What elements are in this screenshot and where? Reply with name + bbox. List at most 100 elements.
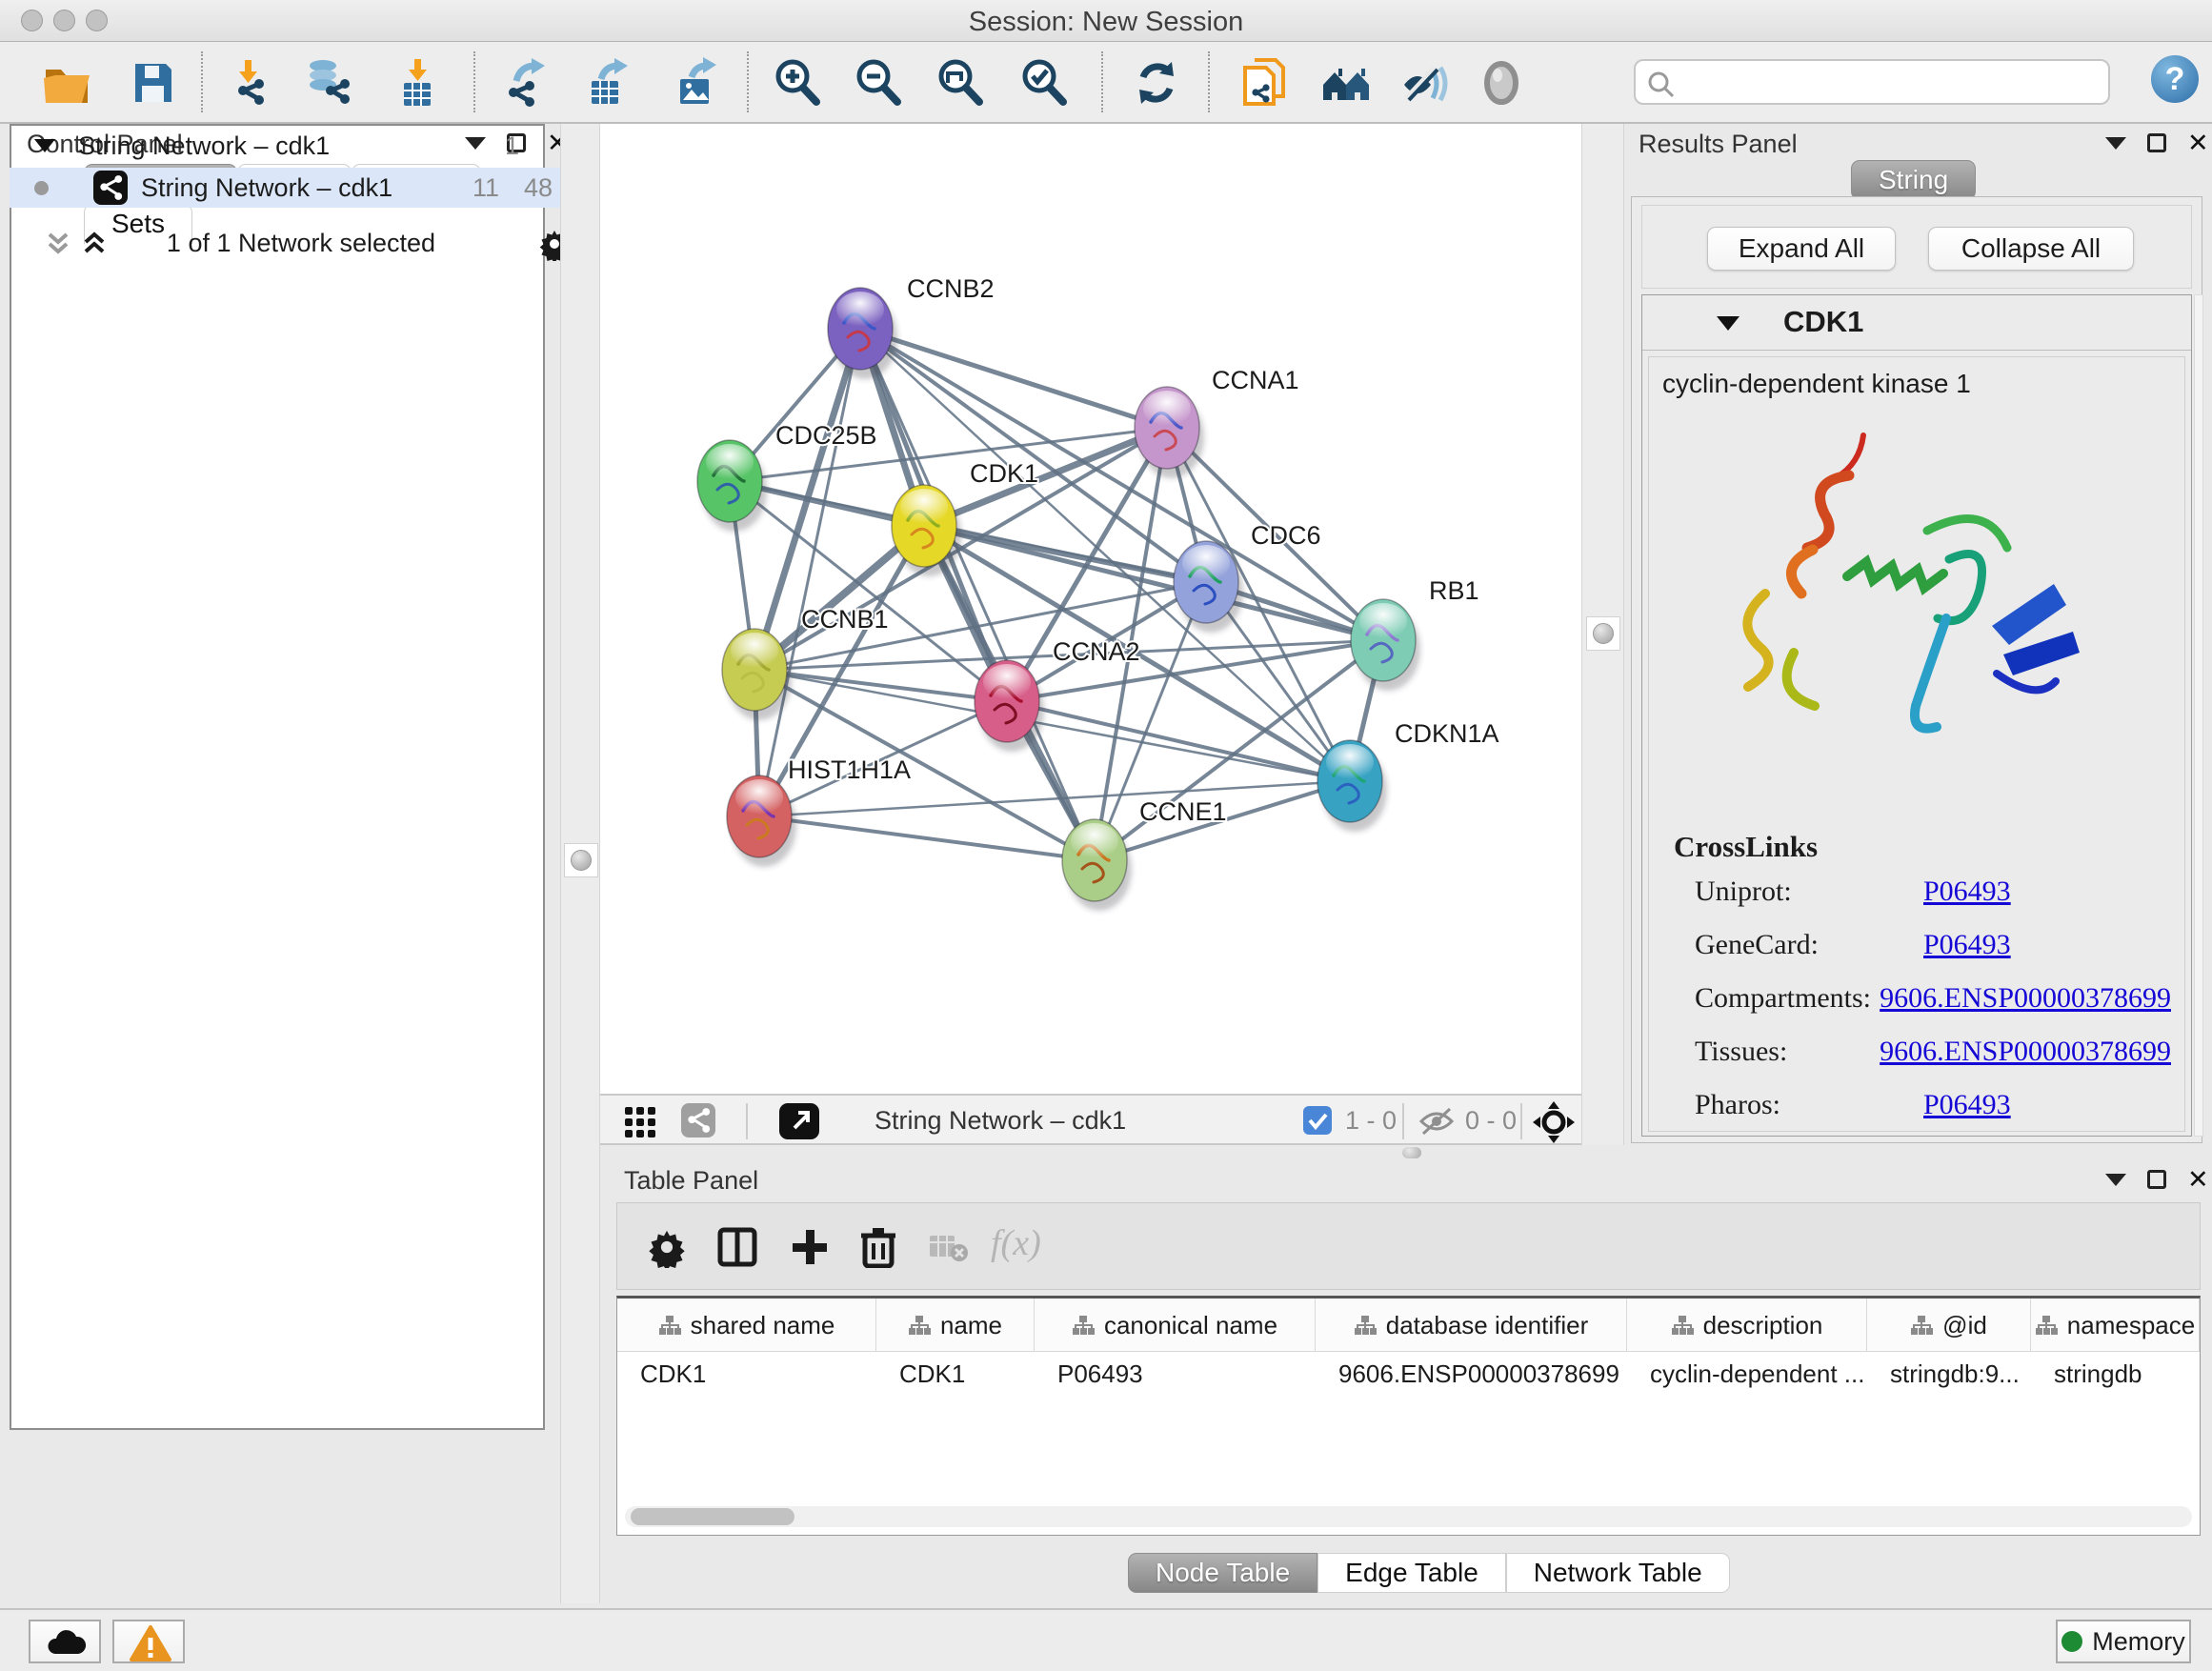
network-view-title: String Network – cdk1 [875,1106,1126,1136]
network-edge[interactable] [759,816,1095,860]
network-node-cdc25b[interactable]: CDC25B [697,421,877,532]
float-panel-icon[interactable] [2147,133,2166,152]
crosslink-link[interactable]: P06493 [1923,929,2011,961]
crosslink-link[interactable]: 9606.ENSP00000378699 [1880,1036,2171,1068]
left-splitter[interactable] [560,124,600,1603]
export-network-button[interactable] [499,56,553,110]
tab-string[interactable]: String [1851,160,1976,200]
expand-all-button[interactable]: Expand All [1707,227,1896,271]
memory-button[interactable]: Memory [2056,1620,2191,1663]
import-network-button[interactable] [221,56,274,110]
add-column-icon[interactable] [789,1226,831,1268]
table-cell[interactable]: P06493 [1035,1352,1316,1396]
grid-view-icon[interactable] [624,1106,656,1138]
cloud-status-button[interactable] [29,1620,101,1663]
table-panel: Table Panel ✕ f(x) shared namenamecanoni… [600,1160,2212,1603]
section-collapse-icon[interactable] [1717,316,1739,331]
save-session-button[interactable] [126,56,179,110]
table-cell[interactable]: CDK1 [876,1352,1035,1396]
crosslink-link[interactable]: P06493 [1923,1089,2011,1121]
network-edge[interactable] [860,329,1167,428]
hidden-eye-slash-icon[interactable] [1418,1105,1456,1137]
table-cell[interactable]: stringdb:9... [1867,1352,2031,1396]
import-network-from-database-button[interactable] [302,56,355,110]
collection-expand-icon[interactable] [34,139,55,152]
network-edge[interactable] [1007,701,1350,781]
selected-checkbox-icon[interactable] [1303,1106,1332,1135]
delete-column-icon[interactable] [857,1224,899,1268]
show-all-button[interactable] [1475,56,1528,110]
help-button[interactable]: ? [2151,55,2199,103]
node-label: CCNE1 [1139,797,1227,826]
network-overview-icon[interactable] [681,1103,715,1137]
close-panel-icon[interactable]: ✕ [2187,1170,2209,1189]
horizontal-splitter[interactable] [600,1145,2212,1160]
network-collection-row[interactable]: String Network – cdk1 1 [10,130,560,168]
hide-selected-button[interactable] [1397,56,1450,110]
crosslink-link[interactable]: P06493 [1923,876,2011,908]
import-table-button[interactable] [391,56,444,110]
close-panel-icon[interactable]: ✕ [2187,133,2209,152]
search-input[interactable] [1681,65,2101,99]
zoom-out-button[interactable] [852,56,905,110]
network-node-ccne1[interactable]: CCNE1 [1062,797,1227,911]
export-image-button[interactable] [669,56,722,110]
results-panel-title: Results Panel [1639,130,1798,159]
column-header-sharedname[interactable]: shared name [617,1299,876,1352]
warnings-button[interactable] [112,1620,185,1663]
panel-menu-icon[interactable] [2105,137,2126,150]
column-header-databaseidentifier[interactable]: database identifier [1316,1299,1627,1352]
protein-structure-image[interactable] [1706,414,2116,824]
zoom-fit-button[interactable] [934,56,987,110]
table-cell[interactable]: cyclin-dependent ... [1627,1352,1867,1396]
gene-section-header[interactable]: CDK1 [1642,295,2191,351]
table-hscrollbar-thumb[interactable] [631,1508,794,1525]
network-row[interactable]: String Network – cdk1 11 48 [10,168,560,208]
network-node-hist1h1a[interactable]: HIST1H1A [727,755,911,867]
export-table-button[interactable] [580,56,633,110]
network-canvas[interactable]: CCNB2CCNA1CDC25BCDK1CDC6RB1CCNB1CCNA2CDK… [600,124,1581,1094]
table-cell[interactable]: 9606.ENSP00000378699 [1316,1352,1627,1396]
float-panel-icon[interactable] [2147,1170,2166,1189]
crosslink-link[interactable]: 9606.ENSP00000378699 [1880,982,2171,1015]
column-header-id[interactable]: @id [1867,1299,2031,1352]
table-options-gear-icon[interactable] [646,1226,688,1268]
column-header-namespace[interactable]: namespace [2031,1299,2200,1352]
table-hscrollbar[interactable] [625,1506,2192,1527]
birdseye-crosshair-icon[interactable] [1532,1100,1576,1144]
first-neighbors-button[interactable] [1319,56,1373,110]
horizontal-splitter-handle[interactable] [1402,1147,1421,1158]
show-columns-icon[interactable] [716,1226,758,1268]
tab-edge-table[interactable]: Edge Table [1317,1553,1506,1593]
table-row[interactable]: CDK1CDK1P064939606.ENSP00000378699cyclin… [617,1352,2200,1396]
left-splitter-handle[interactable] [564,843,598,877]
zoom-selected-button[interactable] [1017,56,1071,110]
collapse-all-chevrons-icon[interactable] [44,231,72,259]
network-edge[interactable] [754,670,1007,701]
zoom-in-button[interactable] [771,56,824,110]
copy-network-button[interactable] [1237,56,1291,110]
panel-menu-icon[interactable] [2105,1174,2126,1186]
results-panel: Results Panel ✕ String Expand All Collap… [1624,124,2212,1145]
right-splitter[interactable] [1581,124,1624,1145]
table-cell[interactable]: CDK1 [617,1352,876,1396]
network-node-rb1[interactable]: RB1 [1351,576,1479,691]
expand-all-chevrons-icon[interactable] [80,231,109,259]
open-session-button[interactable] [40,56,93,110]
right-splitter-handle[interactable] [1586,616,1620,651]
tab-node-table[interactable]: Node Table [1128,1553,1317,1593]
network-edge[interactable] [860,329,1383,640]
column-header-name[interactable]: name [876,1299,1035,1352]
network-node-cdkn1a[interactable]: CDKN1A [1317,719,1499,832]
network-node-ccna1[interactable]: CCNA1 [1135,366,1299,478]
apply-layout-button[interactable] [1130,56,1183,110]
detach-view-button[interactable] [779,1103,819,1139]
collapse-all-button[interactable]: Collapse All [1928,227,2134,271]
status-bar: Memory [0,1608,2212,1671]
column-header-canonicalname[interactable]: canonical name [1035,1299,1316,1352]
node-label: CDC6 [1251,521,1321,550]
table-cell[interactable]: stringdb [2031,1352,2200,1396]
results-scrollbar[interactable] [2194,294,2203,1137]
column-header-description[interactable]: description [1627,1299,1867,1352]
tab-network-table[interactable]: Network Table [1506,1553,1730,1593]
